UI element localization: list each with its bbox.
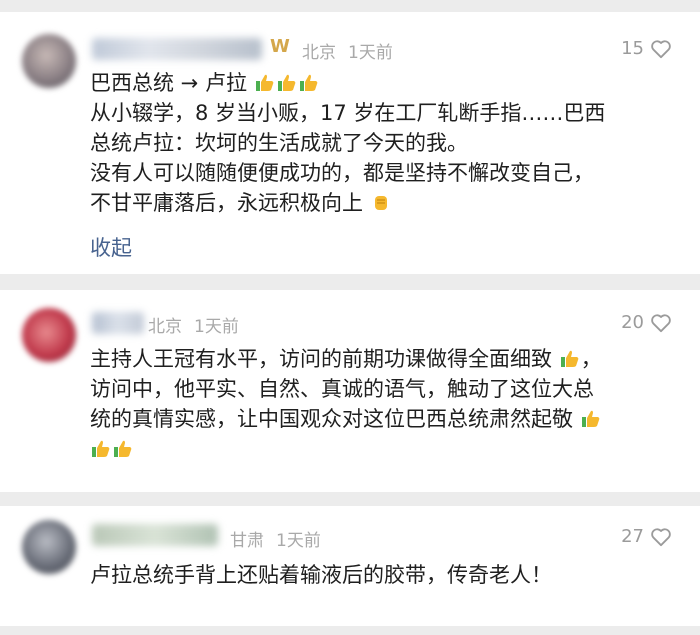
username-blurred[interactable] — [92, 38, 262, 60]
comment-location: 北京 — [148, 317, 182, 337]
comment-line: 不甘平庸落后，永远积极向上 — [90, 191, 363, 215]
comment-card: 甘肃 1天前 27 卢拉总统手背上还贴着输液后的胶带，传奇老人！ — [0, 506, 700, 626]
thumbs-up-icon — [255, 74, 273, 91]
collapse-link[interactable]: 收起 — [90, 232, 132, 262]
like-button[interactable]: 15 — [621, 38, 672, 59]
like-count: 15 — [621, 38, 644, 59]
comment-time: 1天前 — [348, 43, 393, 63]
comment-title: 巴西总统 → 卢拉 — [90, 71, 247, 95]
heart-outline-icon — [651, 39, 671, 58]
vip-badge-icon: W — [270, 36, 290, 57]
comment-text: 巴西总统 → 卢拉 从小辍学，8 岁当小贩，17 岁在工厂轧断手指……巴西 总统… — [90, 68, 680, 218]
comment-card: 北京 1天前 20 主持人王冠有水平，访问的前期功课做得全面细致 ， 访问中，他… — [0, 290, 700, 492]
comment-text: 卢拉总统手背上还贴着输液后的胶带，传奇老人！ — [90, 560, 680, 590]
heart-outline-icon — [651, 527, 671, 546]
thumbs-up-icon — [92, 440, 110, 457]
comment-card: W 北京 1天前 15 巴西总统 → 卢拉 从小辍学，8 岁当小贩，17 岁在工… — [0, 12, 700, 274]
comment-time: 1天前 — [194, 317, 239, 337]
thumbs-up-icon — [299, 74, 317, 91]
like-button[interactable]: 20 — [621, 312, 672, 333]
comment-line: 从小辍学，8 岁当小贩，17 岁在工厂轧断手指……巴西 — [90, 101, 606, 125]
avatar[interactable] — [22, 34, 76, 88]
avatar[interactable] — [22, 520, 76, 574]
username-blurred[interactable] — [92, 312, 144, 334]
comment-line: 没有人可以随随便便成功的，都是坚持不懈改变自己， — [90, 161, 594, 185]
like-button[interactable]: 27 — [621, 526, 672, 547]
comment-line: 主持人王冠有水平，访问的前期功课做得全面细致 — [90, 347, 552, 371]
comment-line: 统的真情实感，让中国观众对这位巴西总统肃然起敬 — [90, 407, 573, 431]
comment-time: 1天前 — [276, 531, 321, 551]
comment-line: 总统卢拉：坎坷的生活成就了今天的我。 — [90, 131, 468, 155]
heart-outline-icon — [651, 313, 671, 332]
thumbs-up-icon — [114, 440, 132, 457]
comment-location: 北京 — [302, 43, 336, 63]
comment-line: 卢拉总统手背上还贴着输液后的胶带，传奇老人！ — [90, 563, 552, 587]
thumbs-up-icon — [581, 410, 600, 427]
thumbs-up-icon — [277, 74, 295, 91]
comment-text: 主持人王冠有水平，访问的前期功课做得全面细致 ， 访问中，他平实、自然、真诚的语… — [90, 344, 680, 464]
thumbs-up-icon — [560, 350, 579, 367]
raised-fist-icon — [374, 196, 387, 210]
comment-location: 甘肃 — [230, 531, 264, 551]
like-count: 27 — [621, 526, 644, 547]
comment-line: 访问中，他平实、自然、真诚的语气，触动了这位大总 — [90, 377, 594, 401]
avatar[interactable] — [22, 308, 76, 362]
like-count: 20 — [621, 312, 644, 333]
username-blurred[interactable] — [92, 524, 218, 546]
